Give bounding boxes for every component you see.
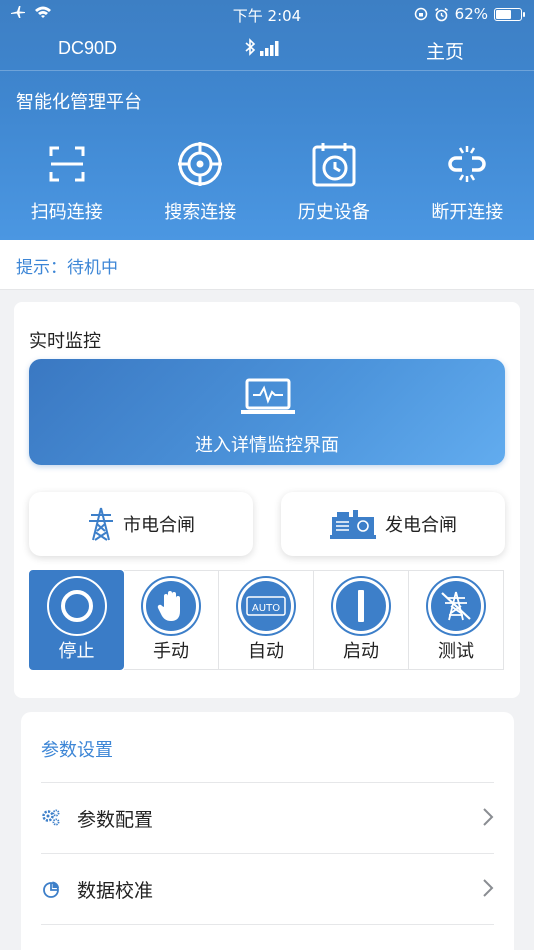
search-target-icon — [178, 142, 223, 186]
scan-connect-button[interactable]: 扫码连接 — [0, 140, 134, 230]
generator-switch-button[interactable]: 发电合闸 — [281, 492, 505, 556]
search-connect-button[interactable]: 搜索连接 — [134, 140, 268, 230]
mode-start-button[interactable]: 启动 — [314, 570, 409, 670]
params-card: 参数设置 参数配置 数据校准 — [21, 712, 514, 950]
auto-badge-text: AUTO — [252, 603, 280, 614]
status-tip-bar: 提示：待机中 — [0, 240, 534, 290]
device-name: DC90D — [58, 38, 118, 58]
mode-test-label: 测试 — [438, 641, 474, 662]
disconnect-button[interactable]: 断开连接 — [401, 140, 534, 230]
mode-start-label: 启动 — [343, 641, 379, 662]
data-calibration-row[interactable]: 数据校准 — [41, 853, 494, 924]
navbar-divider — [0, 70, 534, 71]
header-panel: 下午 2:04 62% DC90D 主页 智能化管理平台 扫码连接 搜索连接 历… — [0, 0, 534, 240]
mode-manual-button[interactable]: 手动 — [124, 570, 219, 670]
start-icon — [333, 578, 389, 634]
generator-switch-label: 发电合闸 — [385, 515, 457, 536]
mode-stop-button[interactable]: 停止 — [29, 570, 124, 670]
mode-auto-button[interactable]: AUTO 自动 — [219, 570, 314, 670]
status-bar: 下午 2:04 62% — [0, 0, 534, 28]
connection-actions: 扫码连接 搜索连接 历史设备 断开连接 — [0, 140, 534, 230]
mode-stop-label: 停止 — [58, 641, 95, 662]
generator-icon — [330, 510, 376, 539]
platform-title: 智能化管理平台 — [16, 92, 142, 113]
test-tower-icon — [428, 578, 484, 634]
scan-connect-label: 扫码连接 — [30, 202, 103, 223]
history-devices-label: 历史设备 — [297, 202, 370, 223]
bluetooth-icon — [245, 38, 256, 56]
hand-icon — [143, 578, 199, 634]
stop-icon — [49, 578, 105, 634]
disconnect-label: 断开连接 — [431, 202, 504, 223]
mains-switch-button[interactable]: 市电合闸 — [29, 492, 253, 556]
pie-chart-icon — [43, 881, 59, 898]
enter-monitor-label: 进入详情监控界面 — [195, 435, 339, 456]
mode-selector: 停止 手动 AUTO 自动 启动 测试 — [29, 570, 505, 670]
chevron-right-icon — [483, 808, 494, 826]
monitor-card: 实时监控 进入详情监控界面 市电合闸 发电合闸 停止 手动 AUTO 自动 启动… — [14, 302, 520, 698]
mode-test-button[interactable]: 测试 — [409, 570, 504, 670]
gears-icon — [42, 809, 60, 826]
signal-bars-icon — [260, 41, 279, 56]
scan-icon — [49, 146, 85, 182]
monitor-title: 实时监控 — [29, 331, 101, 352]
data-calibration-label: 数据校准 — [77, 880, 154, 902]
status-tip: 提示：待机中 — [16, 258, 118, 278]
mode-auto-label: 自动 — [248, 641, 284, 662]
home-button[interactable]: 主页 — [426, 37, 464, 64]
params-title: 参数设置 — [41, 740, 113, 761]
param-row-divider — [41, 924, 494, 950]
param-config-row[interactable]: 参数配置 — [41, 782, 494, 853]
navbar: DC90D 主页 — [0, 30, 534, 70]
mode-manual-label: 手动 — [153, 641, 189, 662]
alarm-icon — [434, 7, 448, 21]
param-config-label: 参数配置 — [77, 809, 154, 831]
chevron-right-icon — [483, 879, 494, 897]
power-tower-icon — [89, 507, 113, 541]
enter-monitor-button[interactable]: 进入详情监控界面 — [29, 359, 505, 465]
orientation-lock-icon — [414, 7, 427, 21]
mains-switch-label: 市电合闸 — [123, 515, 195, 536]
history-icon — [312, 143, 356, 187]
search-connect-label: 搜索连接 — [164, 202, 237, 223]
battery-percent: 62% — [454, 5, 488, 23]
disconnect-icon — [448, 146, 486, 182]
bluetooth-signal — [244, 38, 282, 56]
laptop-monitor-icon — [241, 378, 295, 414]
auto-icon: AUTO — [238, 578, 294, 634]
battery-icon — [494, 7, 525, 21]
history-devices-button[interactable]: 历史设备 — [267, 140, 401, 230]
